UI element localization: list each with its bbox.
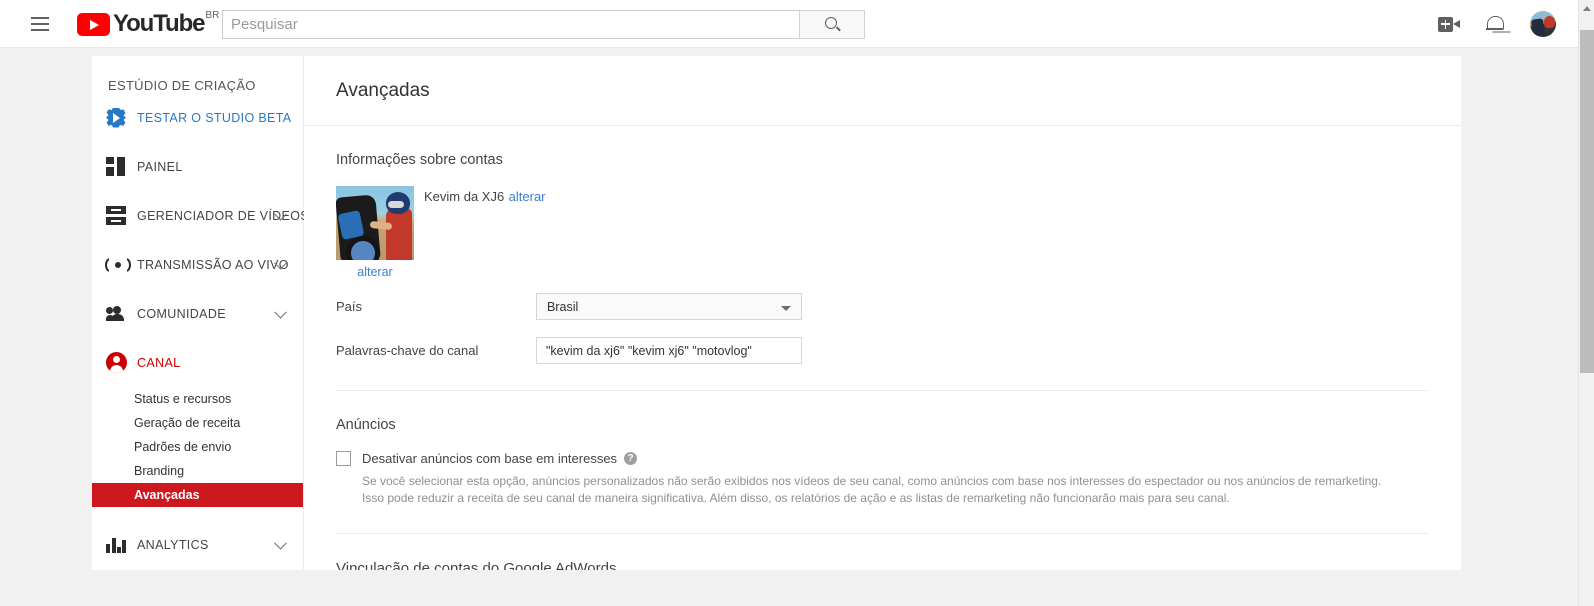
disable-interest-ads-row: Desativar anúncios com base em interesse… [336, 451, 1429, 466]
section-title-ads: Anúncios [336, 417, 396, 433]
country-selected-value: Brasil [547, 299, 579, 314]
disable-interest-ads-label: Desativar anúncios com base em interesse… [362, 451, 618, 466]
dashboard-icon [106, 157, 134, 176]
account-information-section: Informações sobre contas alterar Kevim d… [304, 126, 1461, 364]
country-field-row: País Brasil [336, 293, 1429, 320]
youtube-wordmark: YouTube [113, 10, 206, 37]
disable-interest-ads-checkbox[interactable] [336, 451, 351, 466]
upload-video-button[interactable] [1438, 16, 1460, 32]
country-label: País [336, 299, 363, 314]
search-bar [222, 10, 865, 39]
masthead-actions [1438, 0, 1578, 48]
bell-icon [1486, 14, 1504, 34]
channel-thumbnail-column: alterar [336, 186, 414, 279]
page-header: Avançadas [304, 56, 1461, 126]
keywords-field-row: Palavras-chave do canal [336, 337, 1429, 364]
sidebar-item-transmissao-ao-vivo[interactable]: TRANSMISSÃO AO VIVO [92, 240, 303, 289]
sidebar-item-label: ANALYTICS [137, 537, 209, 552]
sidebar-item-studio-beta[interactable]: TESTAR O STUDIO BETA [92, 93, 303, 142]
change-thumbnail-link[interactable]: alterar [336, 265, 414, 279]
sidebar-item-canal[interactable]: CANAL [92, 338, 303, 387]
bar-chart-icon [106, 536, 134, 553]
sidebar-subitem-padroes-de-envio[interactable]: Padrões de envio [92, 435, 303, 459]
sidebar-item-label: COMUNIDADE [137, 306, 226, 321]
avatar[interactable] [1530, 11, 1556, 37]
search-button[interactable] [799, 10, 865, 39]
change-channel-name-link[interactable]: alterar [509, 189, 546, 204]
sidebar-item-label: TRANSMISSÃO AO VIVO [137, 257, 289, 272]
sidebar-subitem-status-e-recursos[interactable]: Status e recursos [92, 387, 303, 411]
question-mark-icon[interactable]: ? [624, 452, 638, 465]
chevron-down-icon[interactable] [274, 305, 287, 319]
notifications-button[interactable] [1486, 14, 1504, 34]
ads-section: Anúncios Desativar anúncios com base em … [304, 391, 1461, 507]
search-icon [824, 17, 840, 32]
sidebar-subitem-branding[interactable]: Branding [92, 459, 303, 483]
sidebar-item-comunidade[interactable]: COMUNIDADE [92, 289, 303, 338]
channel-name: Kevim da XJ6 [424, 189, 505, 204]
people-icon [106, 306, 134, 321]
sidebar: ESTÚDIO DE CRIAÇÃO TESTAR O STUDIO BETA … [92, 56, 309, 570]
video-stack-icon [106, 206, 134, 225]
page-title: Avançadas [336, 79, 430, 101]
chevron-down-icon[interactable] [274, 536, 287, 550]
country-select[interactable]: Brasil [536, 293, 802, 320]
sidebar-subitem-avancadas[interactable]: Avançadas [92, 483, 303, 507]
youtube-play-icon [77, 13, 110, 36]
account-row: alterar Kevim da XJ6 alterar [336, 186, 1429, 279]
adwords-section: Vinculação de contas do Google AdWords [304, 534, 1461, 570]
main-content: Avançadas Informações sobre contas alter… [304, 56, 1461, 570]
sidebar-item-painel[interactable]: PAINEL [92, 142, 303, 191]
sidebar-subitem-geracao-de-receita[interactable]: Geração de receita [92, 411, 303, 435]
section-title-adwords: Vinculação de contas do Google AdWords [336, 560, 617, 570]
ads-description-line-2: Isso pode reduzir a receita de seu canal… [362, 491, 1230, 505]
youtube-logo[interactable]: YouTube BR [77, 10, 220, 37]
section-title-account: Informações sobre contas [336, 152, 503, 168]
ads-description: Se você selecionar esta opção, anúncios … [362, 473, 1429, 507]
sidebar-item-label: PAINEL [137, 159, 183, 174]
person-circle-icon [106, 352, 134, 373]
gear-play-icon [106, 107, 134, 128]
sidebar-item-label: TESTAR O STUDIO BETA [137, 110, 292, 125]
live-broadcast-icon [105, 257, 134, 272]
keywords-label: Palavras-chave do canal [336, 343, 479, 358]
sidebar-item-label: CANAL [137, 355, 181, 370]
sidebar-item-analytics[interactable]: ANALYTICS [92, 520, 303, 569]
channel-thumbnail-image [336, 186, 414, 260]
scroll-up-arrow-icon[interactable] [1579, 0, 1594, 16]
ads-description-line-1: Se você selecionar esta opção, anúncios … [362, 474, 1382, 488]
search-input[interactable] [222, 10, 799, 39]
chevron-down-icon [781, 306, 791, 311]
channel-name-column: Kevim da XJ6 alterar [424, 186, 546, 206]
video-camera-plus-icon [1438, 16, 1460, 32]
keywords-input[interactable] [536, 337, 802, 364]
hamburger-menu-icon[interactable] [28, 12, 52, 36]
scrollbar-thumb[interactable] [1580, 30, 1594, 373]
sidebar-item-gerenciador-de-videos[interactable]: GERENCIADOR DE VÍDEOS [92, 191, 309, 240]
masthead: YouTube BR [0, 0, 1578, 48]
sidebar-title: ESTÚDIO DE CRIAÇÃO [108, 78, 256, 93]
page-scrollbar[interactable] [1578, 0, 1594, 606]
youtube-country-code: BR [205, 10, 220, 21]
